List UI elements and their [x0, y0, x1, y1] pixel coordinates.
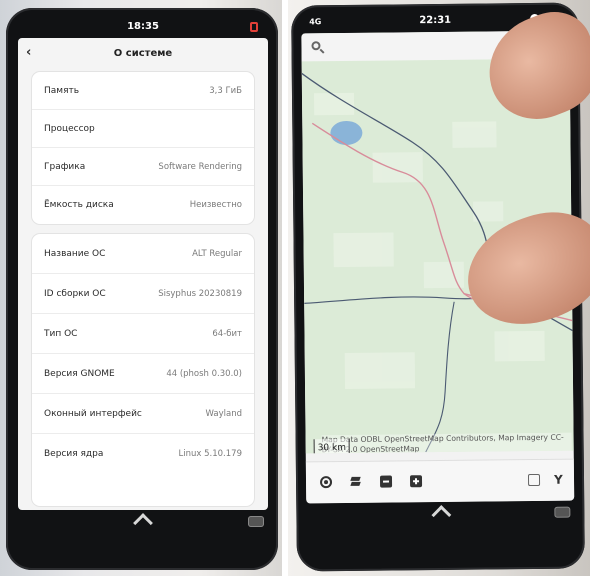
home-bar	[18, 510, 268, 540]
left-photo: 18:35 ‹ О системе Память 3,3 ГиБ Процесс…	[0, 0, 282, 576]
battery-warning-icon	[250, 22, 258, 32]
map-attribution: Map Data ODBL OpenStreetMap Contributors…	[321, 432, 572, 454]
row-label: Название ОС	[44, 248, 106, 259]
row-build-id: ID сборки ОС Sisyphus 20230819	[32, 274, 254, 314]
row-disk: Ёмкость диска Неизвестно	[32, 186, 254, 224]
page-header: ‹ О системе	[18, 38, 268, 68]
row-value: 3,3 ГиБ	[209, 85, 242, 96]
row-label: Графика	[44, 161, 86, 172]
status-time: 18:35	[127, 21, 159, 32]
row-os-type: Тип ОС 64-бит	[32, 314, 254, 354]
chevron-up-icon[interactable]	[133, 513, 153, 533]
route-icon[interactable]: Y	[554, 473, 566, 487]
zoom-out-icon[interactable]	[379, 475, 393, 488]
search-icon[interactable]	[311, 41, 321, 51]
about-screen: ‹ О системе Память 3,3 ГиБ Процессор Гра…	[18, 38, 268, 510]
row-kernel: Версия ядра Linux 5.10.179	[32, 434, 254, 474]
status-bar: 18:35	[18, 18, 268, 36]
attribution-line: BY-SA 2.0 OpenStreetMap	[321, 444, 420, 454]
os-card: Название ОС ALT Regular ID сборки ОС Sis…	[32, 234, 254, 506]
row-value: ALT Regular	[192, 248, 242, 259]
row-label: Ёмкость диска	[44, 200, 114, 210]
home-bar	[306, 501, 574, 534]
row-label: Тип ОС	[44, 328, 78, 339]
row-gnome-version: Версия GNOME 44 (phosh 0.30.0)	[32, 354, 254, 394]
keyboard-icon[interactable]	[248, 516, 264, 527]
chevron-up-icon[interactable]	[431, 505, 452, 525]
keyboard-icon[interactable]	[554, 506, 571, 518]
zoom-in-icon[interactable]	[409, 475, 423, 488]
map-scale: 30 km	[313, 438, 351, 454]
window-icon[interactable]	[527, 473, 541, 487]
row-graphics: Графика Software Rendering	[32, 148, 254, 186]
row-value: Неизвестно	[189, 200, 242, 210]
network-indicator: 4G	[309, 17, 322, 27]
row-value: Sisyphus 20230819	[158, 288, 242, 299]
right-photo: 4G 22:31 Map Data ODBL OpenStreetMap Con…	[288, 0, 590, 576]
row-label: Процессор	[44, 123, 95, 134]
hardware-card: Память 3,3 ГиБ Процессор Графика Softwar…	[32, 72, 254, 224]
row-label: ID сборки ОС	[44, 288, 106, 299]
row-label: Оконный интерфейс	[44, 408, 142, 419]
left-phone: 18:35 ‹ О системе Память 3,3 ГиБ Процесс…	[6, 8, 278, 570]
locate-icon[interactable]	[319, 476, 333, 489]
row-label: Версия GNOME	[44, 368, 115, 379]
row-label: Память	[44, 85, 80, 96]
row-value: 44 (phosh 0.30.0)	[166, 368, 242, 379]
right-phone: 4G 22:31 Map Data ODBL OpenStreetMap Con…	[291, 0, 590, 572]
layers-icon[interactable]	[350, 476, 362, 488]
row-value: Linux 5.10.179	[178, 449, 242, 459]
page-title: О системе	[113, 47, 173, 59]
status-time: 22:31	[419, 14, 452, 27]
back-arrow-icon[interactable]: ‹	[26, 46, 40, 60]
row-label: Версия ядра	[44, 449, 104, 459]
row-windowing: Оконный интерфейс Wayland	[32, 394, 254, 434]
row-value: Software Rendering	[158, 161, 242, 172]
row-os-name: Название ОС ALT Regular	[32, 234, 254, 274]
row-value: Wayland	[205, 408, 242, 419]
row-memory: Память 3,3 ГиБ	[32, 72, 254, 110]
row-processor: Процессор	[32, 110, 254, 148]
map-toolbar: Y	[305, 458, 575, 504]
row-value: 64-бит	[212, 328, 242, 339]
